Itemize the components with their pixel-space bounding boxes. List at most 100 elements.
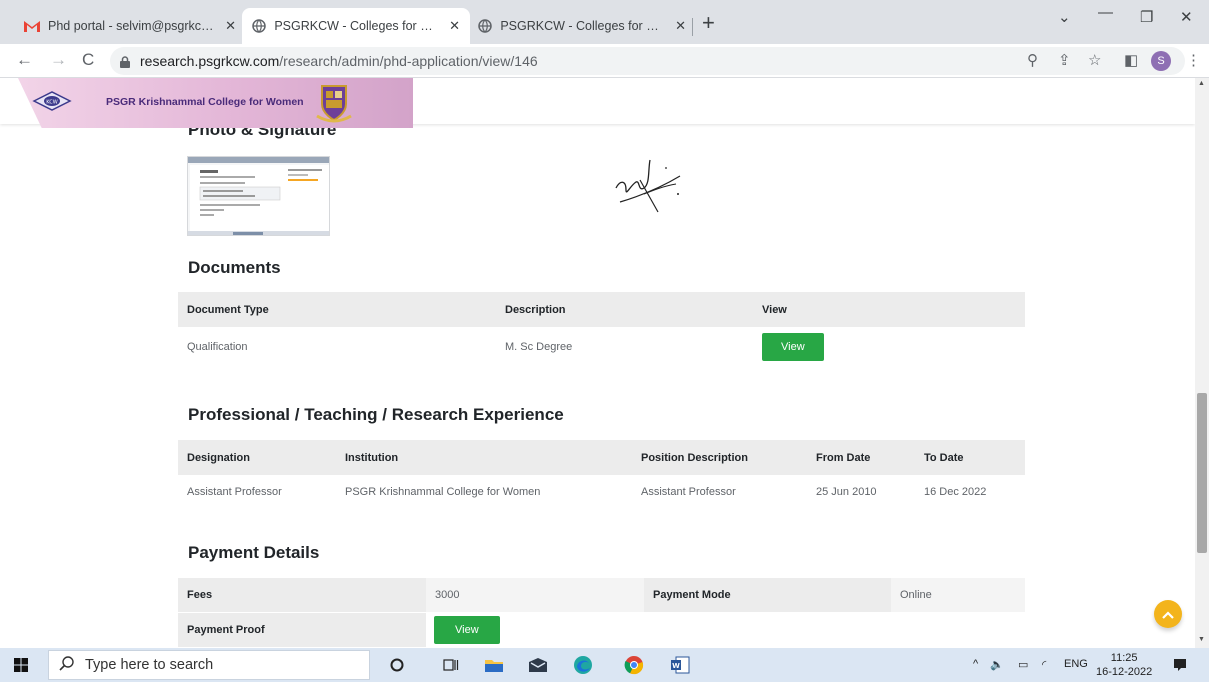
tray-chevron-up-icon[interactable]: ^ [973, 658, 978, 670]
share-icon[interactable]: ⇪ [1058, 51, 1071, 69]
documents-table: Document Type Description View Qualifica… [178, 292, 1025, 367]
college-crest-icon [314, 82, 354, 124]
windows-taskbar: Type here to search W ^ 🔈 ▭ ◜ ENG 11:25 … [0, 648, 1209, 682]
input-language[interactable]: ENG [1064, 658, 1088, 670]
column-header: Institution [336, 440, 632, 475]
column-header: View [753, 292, 1025, 327]
payment-heading: Payment Details [188, 543, 320, 562]
table-header-row: Designation Institution Position Descrip… [178, 440, 1025, 475]
address-bar[interactable]: research.psgrkcw.com/research/admin/phd-… [110, 47, 1185, 75]
gmail-icon [24, 18, 40, 34]
back-to-top-button[interactable] [1154, 600, 1182, 628]
new-tab-plus-icon[interactable]: + [702, 12, 715, 34]
battery-icon[interactable]: ▭ [1018, 658, 1028, 671]
to-date-cell: 16 Dec 2022 [924, 486, 987, 498]
tab-title: PSGRKCW - Colleges for women [274, 19, 441, 33]
payment-proof-cell: View [426, 616, 500, 644]
globe-icon [478, 18, 492, 34]
menu-kebab-icon[interactable]: ⋮ [1186, 51, 1201, 69]
table-row: Assistant Professor PSGR Krishnammal Col… [178, 475, 1025, 509]
payment-mode-label: Payment Mode [644, 578, 891, 612]
word-app-icon[interactable]: W [670, 655, 690, 675]
browser-tab-psgrkcw[interactable]: PSGRKCW - Colleges for women ✕ [468, 8, 696, 44]
page-scrollbar[interactable]: ▲ ▼ [1195, 78, 1209, 648]
svg-text:KCW: KCW [46, 100, 57, 106]
column-header: Designation [178, 440, 336, 475]
minimize-icon[interactable]: — [1098, 4, 1113, 21]
tab-title: Phd portal - selvim@psgrkcw.ac.i [48, 19, 218, 33]
table-row: Qualification M. Sc Degree View [178, 327, 1025, 367]
close-icon[interactable]: ✕ [441, 18, 460, 34]
windows-start-icon[interactable] [14, 658, 28, 672]
browser-toolbar: ← → C research.psgrkcw.com/research/admi… [0, 44, 1209, 78]
scroll-up-arrow-icon[interactable]: ▲ [1198, 80, 1205, 87]
clock-date: 16-12-2022 [1096, 666, 1153, 678]
url-host: research.psgrkcw.com [140, 53, 280, 69]
column-header: Position Description [632, 440, 807, 475]
site-header: KCW PSGR Krishnammal College for Women [0, 78, 1195, 128]
reload-icon[interactable]: C [82, 50, 94, 70]
browser-tab-gmail[interactable]: Phd portal - selvim@psgrkcw.ac.i ✕ [14, 8, 246, 44]
document-description-cell: M. Sc Degree [505, 341, 573, 353]
side-panel-icon[interactable]: ◧ [1124, 51, 1138, 69]
page-viewport: Photo & Signature KCW PSGR Krishnammal C… [0, 78, 1195, 648]
payment-proof-row: Payment Proof View [178, 613, 1025, 647]
mail-icon[interactable] [528, 655, 548, 675]
experience-heading: Professional / Teaching / Research Exper… [188, 405, 564, 424]
lock-icon [120, 55, 130, 68]
college-logo-icon: KCW [32, 91, 72, 111]
forward-arrow-icon[interactable]: → [50, 50, 67, 70]
tab-divider [692, 18, 693, 36]
taskbar-search-box[interactable]: Type here to search [48, 650, 370, 680]
payment-proof-label: Payment Proof [178, 613, 426, 647]
from-date-cell: 25 Jun 2010 [816, 486, 877, 498]
brand-banner[interactable]: KCW PSGR Krishnammal College for Women [18, 78, 413, 128]
system-clock[interactable]: 11:25 16-12-2022 [1096, 651, 1152, 679]
restore-icon[interactable]: ❐ [1140, 8, 1153, 26]
clock-time: 11:25 [1110, 652, 1138, 664]
volume-icon[interactable]: 🔈 [990, 658, 1004, 671]
edge-browser-icon[interactable] [573, 655, 593, 675]
fees-label: Fees [178, 578, 426, 612]
view-document-button[interactable]: View [762, 333, 824, 361]
view-payment-proof-button[interactable]: View [434, 616, 500, 644]
file-explorer-icon[interactable] [484, 655, 504, 675]
close-icon[interactable]: ✕ [667, 18, 686, 34]
institution-cell: PSGR Krishnammal College for Women [345, 486, 541, 498]
scrollbar-thumb[interactable] [1197, 393, 1207, 553]
search-icon [59, 655, 75, 675]
profile-avatar[interactable]: S [1151, 51, 1171, 71]
payment-fees-row: Fees 3000 Payment Mode Online [178, 578, 1025, 612]
bookmark-star-icon[interactable]: ☆ [1088, 51, 1101, 69]
search-placeholder: Type here to search [85, 657, 214, 673]
chevron-up-icon [1162, 606, 1174, 622]
close-icon[interactable]: ✕ [217, 18, 236, 34]
task-view-icon[interactable] [441, 655, 461, 675]
applicant-signature-image[interactable] [610, 156, 692, 226]
designation-cell: Assistant Professor [187, 486, 282, 498]
url-text: research.psgrkcw.com/research/admin/phd-… [140, 53, 538, 69]
wifi-icon[interactable]: ◜ [1042, 658, 1046, 671]
chrome-browser-icon[interactable] [624, 655, 644, 675]
zoom-icon[interactable]: ⚲ [1027, 51, 1038, 69]
tab-search-chevron-icon[interactable]: ⌄ [1058, 8, 1071, 26]
column-header: From Date [807, 440, 915, 475]
position-description-cell: Assistant Professor [641, 486, 736, 498]
applicant-photo-thumbnail[interactable] [187, 156, 330, 236]
url-path: /research/admin/phd-application/view/146 [279, 53, 538, 69]
window-close-icon[interactable]: ✕ [1180, 8, 1193, 26]
tab-title: PSGRKCW - Colleges for women [500, 19, 667, 33]
column-header: Description [496, 292, 753, 327]
scroll-down-arrow-icon[interactable]: ▼ [1198, 636, 1205, 643]
fees-value: 3000 [435, 589, 460, 601]
brand-name: PSGR Krishnammal College for Women [106, 96, 304, 108]
payment-mode-value: Online [900, 589, 932, 601]
document-view-cell: View [753, 327, 1025, 367]
experience-table: Designation Institution Position Descrip… [178, 440, 1025, 509]
cortana-icon[interactable] [387, 655, 407, 675]
document-type-cell: Qualification [187, 341, 248, 353]
column-header: To Date [915, 440, 1025, 475]
browser-tab-psgrkcw-active[interactable]: PSGRKCW - Colleges for women ✕ [242, 8, 470, 44]
notification-icon[interactable] [1170, 655, 1190, 675]
back-arrow-icon[interactable]: ← [16, 50, 33, 70]
